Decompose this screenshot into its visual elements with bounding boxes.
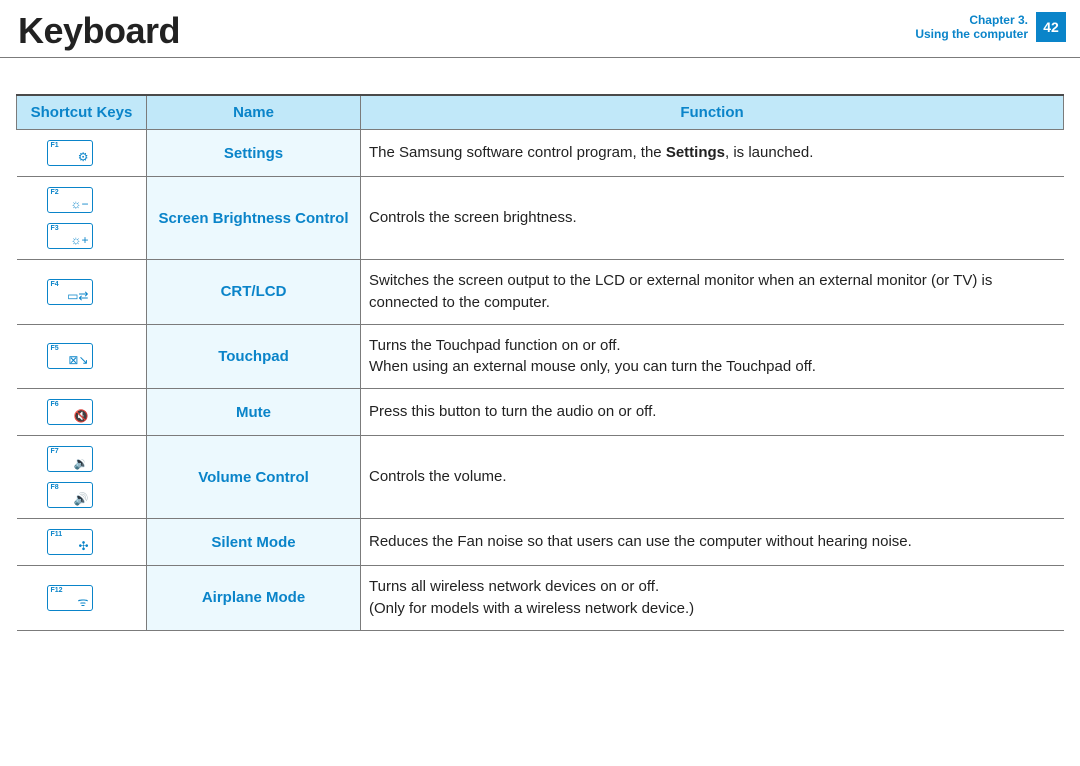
shortcut-function-cell: Turns the Touchpad function on or off.Wh… bbox=[361, 324, 1064, 389]
shortcut-function-cell: Press this button to turn the audio on o… bbox=[361, 389, 1064, 436]
table-row: F4▭⇄ CRT/LCDSwitches the screen output to… bbox=[17, 260, 1064, 325]
shortcut-key-cell: F12ᯤ bbox=[17, 566, 147, 631]
table-row: F12ᯤ Airplane ModeTurns all wireless netw… bbox=[17, 566, 1064, 631]
shortcut-name-cell: Airplane Mode bbox=[147, 566, 361, 631]
shortcut-table-container: Shortcut Keys Name Function F1⚙SettingsT… bbox=[0, 58, 1080, 631]
page-header: Keyboard Chapter 3. Using the computer 4… bbox=[0, 0, 1080, 58]
shortcut-name-cell: Silent Mode bbox=[147, 519, 361, 566]
shortcut-name-cell: Mute bbox=[147, 389, 361, 436]
keyboard-key-icon: F12ᯤ bbox=[47, 585, 93, 611]
keyboard-key-icon: F3☼+ bbox=[47, 223, 93, 249]
keyboard-key-icon: F8🔊 bbox=[47, 482, 93, 508]
shortcut-name-cell: CRT/LCD bbox=[147, 260, 361, 325]
shortcut-key-cell: F1⚙ bbox=[17, 130, 147, 177]
table-row: F6🔇 MutePress this button to turn the aud… bbox=[17, 389, 1064, 436]
header-shortcut-keys: Shortcut Keys bbox=[17, 95, 147, 130]
shortcut-name-cell: Settings bbox=[147, 130, 361, 177]
shortcut-key-cell: F11✣ bbox=[17, 519, 147, 566]
shortcut-keys-table: Shortcut Keys Name Function F1⚙SettingsT… bbox=[16, 94, 1064, 631]
table-row: F11✣ Silent ModeReduces the Fan noise so … bbox=[17, 519, 1064, 566]
keyboard-key-icon: F4▭⇄ bbox=[47, 279, 93, 305]
keyboard-key-icon: F1⚙ bbox=[47, 140, 93, 166]
keyboard-key-icon: F11✣ bbox=[47, 529, 93, 555]
table-row: F1⚙ SettingsThe Samsung software control … bbox=[17, 130, 1064, 177]
table-row: F2☼− F3☼+ Screen Brightness ControlControl… bbox=[17, 177, 1064, 260]
chapter-label: Chapter 3. Using the computer bbox=[915, 13, 1028, 42]
page-number-badge: 42 bbox=[1036, 12, 1066, 42]
shortcut-key-cell: F6🔇 bbox=[17, 389, 147, 436]
shortcut-name-cell: Screen Brightness Control bbox=[147, 177, 361, 260]
shortcut-function-cell: Switches the screen output to the LCD or… bbox=[361, 260, 1064, 325]
shortcut-key-cell: F7🔉F8🔊 bbox=[17, 436, 147, 519]
keyboard-key-icon: F6🔇 bbox=[47, 399, 93, 425]
header-name: Name bbox=[147, 95, 361, 130]
table-header-row: Shortcut Keys Name Function bbox=[17, 95, 1064, 130]
shortcut-key-cell: F2☼− F3☼+ bbox=[17, 177, 147, 260]
shortcut-name-cell: Touchpad bbox=[147, 324, 361, 389]
header-function: Function bbox=[361, 95, 1064, 130]
chapter-line-2: Using the computer bbox=[915, 27, 1028, 41]
table-row: F7🔉F8🔊Volume ControlControls the volume. bbox=[17, 436, 1064, 519]
shortcut-function-cell: Reduces the Fan noise so that users can … bbox=[361, 519, 1064, 566]
table-row: F5⊠↘ TouchpadTurns the Touchpad function … bbox=[17, 324, 1064, 389]
chapter-line-1: Chapter 3. bbox=[915, 13, 1028, 27]
page-title: Keyboard bbox=[18, 10, 180, 52]
shortcut-function-cell: Controls the screen brightness. bbox=[361, 177, 1064, 260]
shortcut-function-cell: The Samsung software control program, th… bbox=[361, 130, 1064, 177]
shortcut-function-cell: Controls the volume. bbox=[361, 436, 1064, 519]
shortcut-name-cell: Volume Control bbox=[147, 436, 361, 519]
header-right: Chapter 3. Using the computer 42 bbox=[915, 12, 1066, 42]
shortcut-key-cell: F4▭⇄ bbox=[17, 260, 147, 325]
shortcut-key-cell: F5⊠↘ bbox=[17, 324, 147, 389]
keyboard-key-icon: F2☼− bbox=[47, 187, 93, 213]
shortcut-function-cell: Turns all wireless network devices on or… bbox=[361, 566, 1064, 631]
keyboard-key-icon: F5⊠↘ bbox=[47, 343, 93, 369]
keyboard-key-icon: F7🔉 bbox=[47, 446, 93, 472]
